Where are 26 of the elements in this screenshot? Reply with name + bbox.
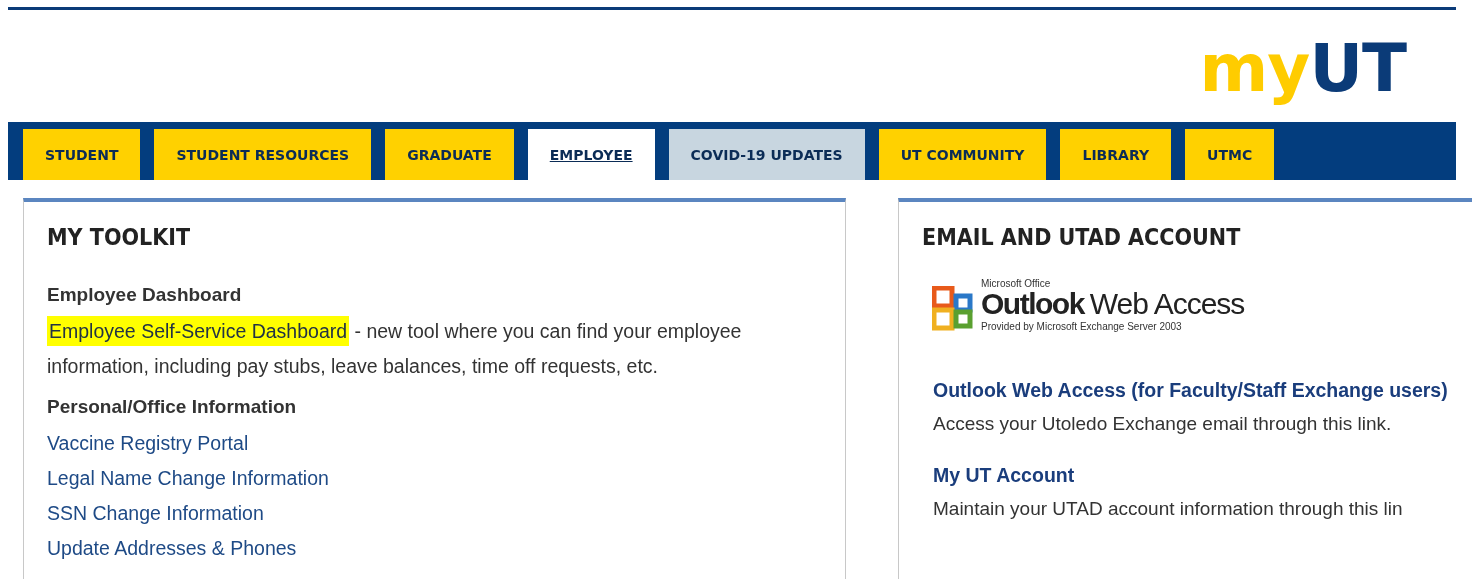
tagline-text: Provided by Microsoft Exchange Server 2003 [981,321,1183,332]
nav-tab[interactable]: UT COMMUNITY [878,129,1047,180]
nav-tab[interactable]: UTMC [1185,129,1275,180]
nav-tab[interactable]: STUDENT [23,129,141,180]
email-link[interactable]: My UT Account [933,459,1472,491]
section-heading: Personal/Office Information [47,396,298,418]
nav-tab[interactable]: GRADUATE [385,129,514,180]
email-link[interactable]: Outlook Web Access (for Faculty/Staff Exchange users) [933,374,1472,406]
link-description: Maintain your UTAD account information through this lin [933,497,1404,521]
nav-tab[interactable]: LIBRARY [1060,129,1172,180]
panel-title: MY TOOLKIT [47,224,192,250]
brand-text: Microsoft Office [981,278,1052,289]
nav-tab[interactable]: EMPLOYEE [527,129,655,180]
product-text: Outlook [981,289,1084,319]
toolkit-link[interactable]: Legal Name Change Information [47,461,329,496]
product-text: Web Access [1089,289,1245,319]
toolkit-link[interactable]: Vaccine Registry Portal [47,426,249,461]
toolkit-link[interactable]: SSN Change Information [47,496,264,531]
nav-tab[interactable]: STUDENT RESOURCES [154,129,372,180]
link-description: Access your Utoledo Exchange email through this link. [933,412,1393,436]
panel-title: EMAIL AND UTAD ACCOUNT [922,224,1242,250]
nav-tab[interactable]: COVID-19 UPDATES [668,129,865,180]
section-heading: Employee Dashboard [47,284,243,306]
toolkit-link[interactable]: Update Addresses & Phones [47,531,297,566]
item-description: Employee Self-Service Dashboard - new tool where you can find your employee information, including pay stubs, leave balances, time off requests, etc. [47,314,822,384]
dashboard-link[interactable]: Employee Self-Service Dashboard [47,316,350,346]
